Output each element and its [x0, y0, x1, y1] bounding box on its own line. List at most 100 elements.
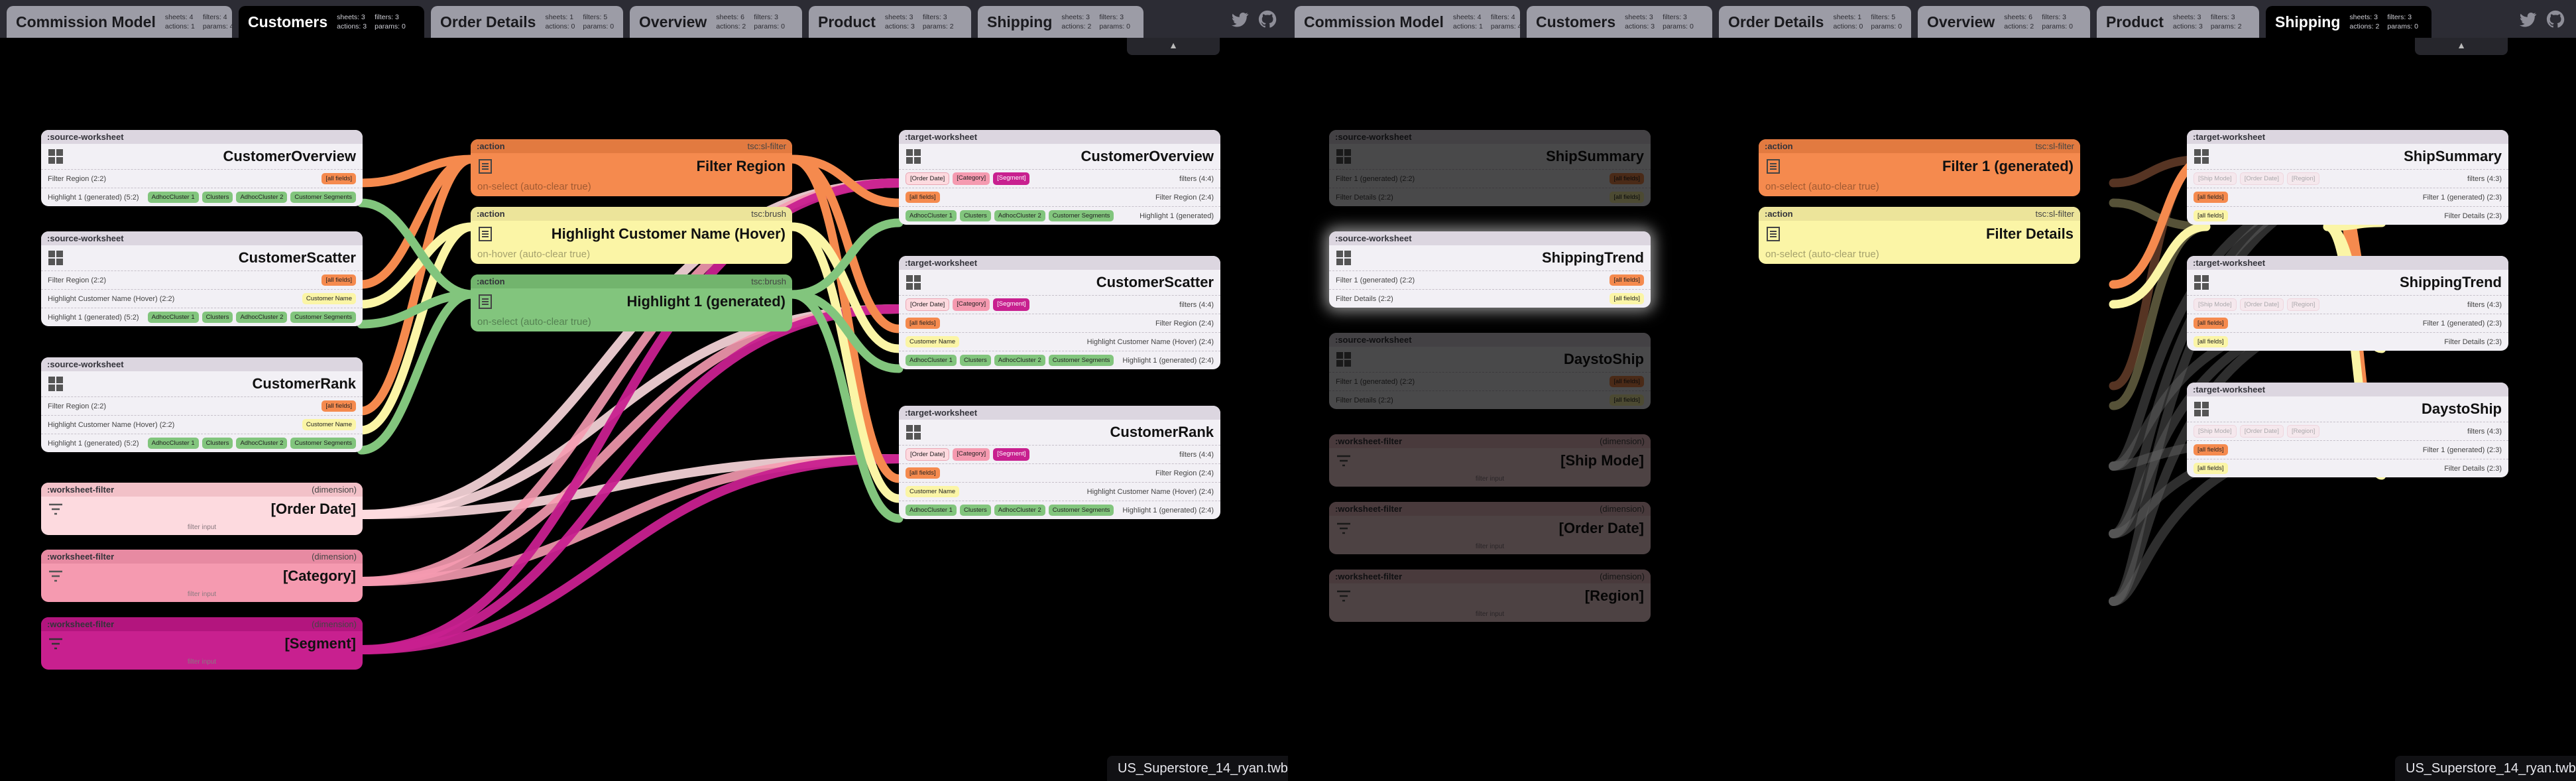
- card-header: :source-worksheet: [41, 357, 363, 371]
- action-card[interactable]: :action tsc:brush Highlight 1 (generated)…: [471, 274, 792, 331]
- target-worksheet-card[interactable]: :target-worksheet ShippingTrend [Ship Mo…: [2187, 256, 2508, 351]
- worksheet-grid-icon: [906, 425, 921, 440]
- action-row: Highlight Customer Name (Hover) (2:2) Cus…: [41, 415, 363, 434]
- collapse-toggle[interactable]: ▲: [2415, 38, 2508, 55]
- action-icon: [479, 227, 492, 241]
- action-row: [all fields] Filter 1 (generated) (2:3): [2187, 440, 2508, 459]
- tab-shipping[interactable]: Shipping sheets: 3 filters: 3 actions: 2 pa…: [2266, 6, 2431, 38]
- filter-lines-icon: [49, 503, 62, 515]
- twitter-icon[interactable]: [1230, 9, 1250, 29]
- worksheet-filter-card[interactable]: :worksheet-filter (dimension) [Region] fi…: [1329, 570, 1651, 622]
- target-worksheet-card[interactable]: :target-worksheet CustomerRank [Order Da…: [899, 406, 1220, 519]
- action-row: Customer Name Highlight Customer Name (Ho…: [899, 482, 1220, 501]
- target-worksheet-card[interactable]: :target-worksheet ShipSummary [Ship Mode…: [2187, 130, 2508, 225]
- action-trigger: on-hover (auto-clear true): [477, 249, 591, 260]
- action-row: Filter Details (2:2) [all fields]: [1329, 390, 1651, 409]
- filter-field-name: [Category]: [282, 568, 356, 584]
- action-title: Filter Region: [696, 158, 786, 174]
- source-worksheet-card-highlighted[interactable]: :source-worksheet ShippingTrend Filter 1…: [1329, 231, 1651, 308]
- worksheet-grid-icon: [1336, 251, 1351, 265]
- tab-label: Shipping: [987, 13, 1053, 30]
- worksheet-grid-icon: [2194, 149, 2209, 164]
- source-worksheet-card[interactable]: :source-worksheet DaystoShip Filter 1 (g…: [1329, 333, 1651, 409]
- filter-input-label: filter input: [1475, 611, 1505, 618]
- action-card[interactable]: :action tsc:brush Highlight Customer Name…: [471, 207, 792, 264]
- tab-stats: sheets: 3 filters: 3 actions: 3 params: 0: [337, 13, 406, 30]
- link-action-target: [788, 290, 904, 523]
- card-header: :source-worksheet: [41, 130, 363, 144]
- card-header: :source-worksheet: [1329, 130, 1651, 144]
- target-worksheet-card[interactable]: :target-worksheet DaystoShip [Ship Mode]…: [2187, 383, 2508, 477]
- tab-overview[interactable]: Overview sheets: 6 filters: 3 actions: 2 pa…: [1918, 6, 2090, 38]
- action-row: [all fields] Filter Details (2:3): [2187, 206, 2508, 225]
- github-icon[interactable]: [1258, 9, 1277, 29]
- worksheet-filter-card[interactable]: :worksheet-filter (dimension) [Segment] f…: [41, 617, 363, 670]
- worksheet-title: CustomerScatter: [238, 249, 356, 266]
- filters-row: [Ship Mode] [Order Date] [Region] filters (…: [2187, 422, 2508, 440]
- worksheet-filter-card[interactable]: :worksheet-filter (dimension) [Order Date…: [41, 483, 363, 535]
- action-row: [all fields] Filter Region (2:4): [899, 463, 1220, 482]
- worksheet-filter-card[interactable]: :worksheet-filter (dimension) [Category] …: [41, 550, 363, 602]
- worksheet-filter-card[interactable]: :worksheet-filter (dimension) [Ship Mode]…: [1329, 434, 1651, 487]
- action-icon: [479, 294, 492, 309]
- card-header: :worksheet-filter (dimension): [41, 483, 363, 497]
- tab-stats: sheets: 3 filters: 3 actions: 3 params: 0: [1625, 13, 1694, 30]
- tab-stats: sheets: 1 filters: 5 actions: 0 params: 0: [1833, 13, 1903, 30]
- action-row: [all fields] Filter Region (2:4): [899, 188, 1220, 206]
- tab-stats: sheets: 6 filters: 3 actions: 2 params: 0: [716, 13, 785, 30]
- filter-lines-icon: [49, 638, 62, 650]
- caret-up-icon: ▲: [2457, 40, 2466, 50]
- worksheet-title: CustomerOverview: [1081, 148, 1214, 164]
- card-header: :target-worksheet: [2187, 130, 2508, 144]
- filter-input-label: filter input: [1475, 543, 1505, 550]
- filter-lines-icon: [1337, 590, 1350, 602]
- tab-stats: sheets: 3 filters: 3 actions: 2 params: 0: [2349, 13, 2419, 30]
- tab-customers[interactable]: Customers sheets: 3 filters: 3 actions: 3p…: [1527, 6, 1712, 38]
- source-worksheet-card[interactable]: :source-worksheet CustomerRank Filter Re…: [41, 357, 363, 452]
- action-card[interactable]: :action tsc:sl-filter Filter Details on-s…: [1759, 207, 2080, 264]
- tab-product[interactable]: Product sheets: 3 filters: 3 actions: 3 par…: [2097, 6, 2259, 38]
- dashboard-tab-bar: Commission Model sheets: 4 filters: 4 acti…: [1288, 0, 2576, 38]
- link-order-date: [357, 304, 904, 519]
- twitter-icon[interactable]: [2518, 9, 2538, 29]
- tab-overview[interactable]: Overview sheets: 6 filters: 3 actions: 2 pa…: [630, 6, 802, 38]
- tab-commission-model[interactable]: Commission Model sheets: 4 filters: 4 acti…: [7, 6, 234, 38]
- filter-lines-icon: [1337, 455, 1350, 467]
- target-worksheet-card[interactable]: :target-worksheet CustomerOverview [Orde…: [899, 130, 1220, 225]
- tab-commission-model[interactable]: Commission Model sheets: 4 filters: 4 acti…: [1295, 6, 1522, 38]
- tab-stats: sheets: 6 filters: 3 actions: 2 params: 0: [2004, 13, 2073, 30]
- source-worksheet-card[interactable]: :source-worksheet CustomerOverview Filte…: [41, 130, 363, 206]
- worksheet-grid-icon: [48, 251, 63, 265]
- tab-order-details[interactable]: Order Details sheets: 1 filters: 5 actions…: [1719, 6, 1911, 38]
- source-worksheet-card[interactable]: :source-worksheet CustomerScatter Filter…: [41, 231, 363, 326]
- tab-customers[interactable]: Customers sheets: 3 filters: 3 actions: 3p…: [239, 6, 424, 38]
- target-worksheet-card[interactable]: :target-worksheet CustomerScatter [Order…: [899, 256, 1220, 369]
- filter-input-label: filter input: [187, 591, 217, 598]
- source-worksheet-card[interactable]: :source-worksheet ShipSummary Filter 1 (…: [1329, 130, 1651, 206]
- tab-label: Overview: [1927, 13, 1995, 30]
- github-icon[interactable]: [2546, 9, 2565, 29]
- card-header: :source-worksheet: [41, 231, 363, 245]
- filter-input-label: filter input: [1475, 475, 1505, 483]
- card-header: :action tsc:brush: [471, 207, 792, 221]
- action-row: Highlight 1 (generated) (5:2) AdhocCluste…: [41, 308, 363, 326]
- link-src-action: [357, 154, 477, 188]
- workbook-filename: US_Superstore_14_ryan.twb: [1107, 756, 1288, 781]
- action-card[interactable]: :action tsc:sl-filter Filter 1 (generated…: [1759, 139, 2080, 196]
- action-trigger: on-select (auto-clear true): [477, 181, 591, 192]
- card-title-row: CustomerRank: [41, 371, 363, 396]
- action-icon: [479, 159, 492, 174]
- collapse-toggle[interactable]: ▲: [1127, 38, 1220, 55]
- link-order-date: [357, 454, 904, 519]
- tab-label: Customers: [1536, 13, 1616, 30]
- card-header: :worksheet-filter (dimension): [41, 617, 363, 631]
- dashboard-tab-bar: Commission Model sheets: 4 filters: 4 acti…: [0, 0, 1288, 38]
- action-row: [all fields] Filter 1 (generated) (2:3): [2187, 314, 2508, 332]
- tab-order-details[interactable]: Order Details sheets: 1 filters: 5 actions…: [431, 6, 623, 38]
- action-icon: [1767, 159, 1780, 174]
- action-card[interactable]: :action tsc:sl-filter Filter Region on-se…: [471, 139, 792, 196]
- tab-product[interactable]: Product sheets: 3 filters: 3 actions: 3 par…: [809, 6, 971, 38]
- worksheet-title: CustomerRank: [252, 375, 356, 392]
- worksheet-filter-card[interactable]: :worksheet-filter (dimension) [Order Date…: [1329, 502, 1651, 554]
- tab-shipping[interactable]: Shipping sheets: 3 filters: 3 actions: 2 pa…: [978, 6, 1143, 38]
